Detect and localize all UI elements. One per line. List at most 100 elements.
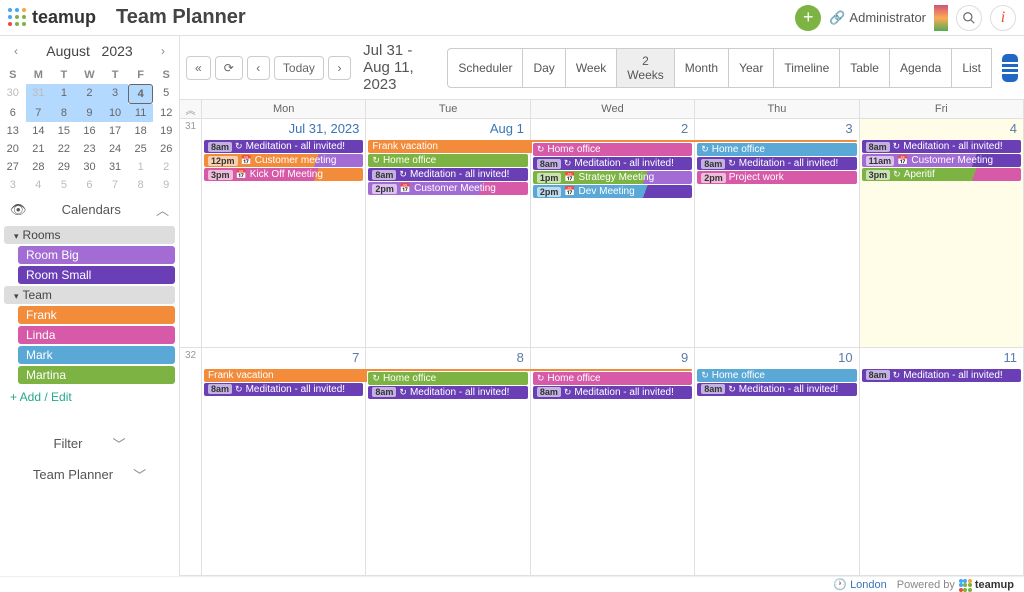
mini-day[interactable]: 8 — [128, 176, 154, 194]
day-cell[interactable]: 9↻Home office8am↻Meditation - all invite… — [531, 348, 695, 576]
mini-day[interactable]: 2 — [77, 84, 103, 104]
mini-day[interactable]: 8 — [51, 104, 77, 122]
event[interactable]: 1pm📅Strategy Meeting — [533, 171, 692, 184]
mini-day[interactable]: 1 — [51, 84, 77, 104]
event[interactable]: 8am↻Meditation - all invited! — [204, 383, 363, 396]
back-start-button[interactable]: « — [186, 56, 211, 80]
day-cell[interactable]: 11 8am↻Meditation - all invited! — [860, 348, 1024, 576]
day-cell[interactable]: Jul 31, 2023 8am↻Meditation - all invited… — [202, 119, 366, 347]
view-scheduler[interactable]: Scheduler — [447, 48, 523, 88]
event[interactable]: Frank vacation — [368, 140, 531, 153]
mini-day[interactable]: 4 — [26, 176, 52, 194]
mini-day[interactable]: 12 — [153, 104, 179, 122]
day-cell[interactable]: 10↻Home office8am↻Meditation - all invit… — [695, 348, 859, 576]
mini-day[interactable]: 25 — [128, 140, 154, 158]
view-table[interactable]: Table — [839, 48, 890, 88]
mini-day[interactable]: 9 — [153, 176, 179, 194]
menu-button[interactable] — [1002, 54, 1018, 82]
avatar[interactable] — [934, 5, 948, 31]
view-week[interactable]: Week — [565, 48, 617, 88]
event[interactable] — [529, 140, 696, 142]
calendar-group[interactable]: Team — [4, 286, 175, 304]
mini-day[interactable]: 13 — [0, 122, 26, 140]
day-cell[interactable]: 3 ↻Home office8am↻Meditation - all invite… — [695, 119, 859, 347]
mini-day[interactable]: 3 — [102, 84, 128, 104]
mini-day[interactable]: 15 — [51, 122, 77, 140]
event[interactable]: 3pm↻Aperitif — [862, 168, 1021, 181]
add-event-button[interactable]: + — [795, 5, 821, 31]
powered-by[interactable]: Powered by teamup — [897, 579, 1014, 591]
next-button[interactable]: › — [328, 56, 351, 80]
admin-link[interactable]: 🔗 Administrator — [829, 10, 926, 26]
mini-day[interactable]: 11 — [128, 104, 154, 122]
mini-day[interactable]: 5 — [51, 176, 77, 194]
mini-prev-button[interactable]: ‹ — [8, 42, 24, 60]
event[interactable]: 8am↻Meditation - all invited! — [533, 157, 692, 170]
day-number[interactable]: 9 — [681, 350, 688, 365]
add-edit-link[interactable]: + Add / Edit — [0, 386, 179, 408]
mini-day[interactable]: 4 — [128, 84, 154, 104]
event[interactable]: 8am↻Meditation - all invited! — [533, 386, 692, 399]
day-number[interactable]: 11 — [1004, 350, 1018, 365]
mini-day[interactable]: 10 — [102, 104, 128, 122]
info-button[interactable]: i — [990, 5, 1016, 31]
day-cell[interactable]: Aug 1Frank vacation↻Home office8am↻Medit… — [366, 119, 530, 347]
day-number[interactable]: Jul 31, 2023 — [289, 121, 360, 136]
mini-day[interactable]: 1 — [128, 158, 154, 176]
calendars-section-header[interactable]: 👁 Calendars ︿ — [0, 194, 179, 225]
view-2-weeks[interactable]: 2 Weeks — [616, 48, 674, 88]
event[interactable]: 8am↻Meditation - all invited! — [697, 383, 856, 396]
day-cell[interactable]: 2 ↻Home office8am↻Meditation - all invite… — [531, 119, 695, 347]
event[interactable]: 8am↻Meditation - all invited! — [697, 157, 856, 170]
mini-day[interactable]: 16 — [77, 122, 103, 140]
event[interactable]: 2pm📅Customer Meeting — [368, 182, 527, 195]
mini-day[interactable]: 6 — [0, 104, 26, 122]
event[interactable]: ↻Home office — [533, 143, 692, 156]
mini-day[interactable]: 5 — [153, 84, 179, 104]
view-list[interactable]: List — [951, 48, 992, 88]
mini-day[interactable]: 6 — [77, 176, 103, 194]
day-cell[interactable]: 7 Frank vacation8am↻Meditation - all invi… — [202, 348, 366, 576]
refresh-button[interactable]: ⟳ — [215, 56, 243, 80]
event[interactable]: Frank vacation — [204, 369, 367, 382]
day-number[interactable]: 3 — [845, 121, 852, 136]
day-number[interactable]: 2 — [681, 121, 688, 136]
mini-day[interactable]: 29 — [51, 158, 77, 176]
event[interactable]: 11am📅Customer Meeting — [862, 154, 1021, 167]
mini-day[interactable]: 18 — [128, 122, 154, 140]
calendar-item[interactable]: Mark — [18, 346, 175, 364]
day-number[interactable]: 7 — [352, 350, 359, 365]
event[interactable]: 8am↻Meditation - all invited! — [862, 140, 1021, 153]
view-year[interactable]: Year — [728, 48, 774, 88]
day-number[interactable]: 8 — [517, 350, 524, 365]
planner-section-header[interactable]: Team Planner ﹀ — [0, 459, 179, 490]
mini-day[interactable]: 28 — [26, 158, 52, 176]
collapse-weeks-button[interactable]: ︽ — [180, 100, 202, 118]
day-number[interactable]: 4 — [1010, 121, 1017, 136]
mini-cal-title[interactable]: August 2023 — [46, 43, 132, 59]
mini-next-button[interactable]: › — [155, 42, 171, 60]
event[interactable]: ↻Home office — [697, 143, 856, 156]
event[interactable]: 12pm📅Customer meeting — [204, 154, 363, 167]
calendar-item[interactable]: Room Big — [18, 246, 175, 264]
mini-day[interactable]: 3 — [0, 176, 26, 194]
event[interactable]: ↻Home office — [368, 372, 527, 385]
day-cell[interactable]: 4 8am↻Meditation - all invited!11am📅Custo… — [860, 119, 1024, 347]
mini-day[interactable]: 26 — [153, 140, 179, 158]
mini-day[interactable]: 23 — [77, 140, 103, 158]
event[interactable] — [529, 369, 692, 371]
logo[interactable]: teamup — [8, 7, 96, 28]
mini-day[interactable]: 30 — [77, 158, 103, 176]
event[interactable]: ↻Home office — [368, 154, 527, 167]
mini-day[interactable]: 27 — [0, 158, 26, 176]
mini-day[interactable]: 30 — [0, 84, 26, 104]
event[interactable] — [364, 369, 531, 371]
mini-day[interactable]: 22 — [51, 140, 77, 158]
timezone-link[interactable]: 🕐 London — [833, 578, 886, 591]
event[interactable]: 8am↻Meditation - all invited! — [204, 140, 363, 153]
mini-day[interactable]: 21 — [26, 140, 52, 158]
event[interactable]: 8am↻Meditation - all invited! — [862, 369, 1021, 382]
event[interactable] — [693, 140, 856, 142]
filter-section-header[interactable]: Filter ﹀ — [0, 428, 179, 459]
mini-day[interactable]: 31 — [26, 84, 52, 104]
